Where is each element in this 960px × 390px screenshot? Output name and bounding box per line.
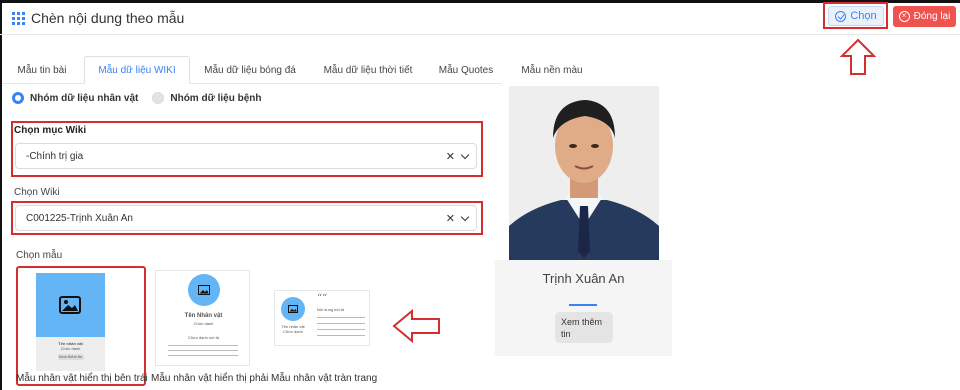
- template-right-name: Tên Nhân vật: [184, 313, 223, 319]
- template-left-more-button: Xem thêm tin: [57, 354, 84, 360]
- preview-card: Trịnh Xuân An Xem thêm tin: [495, 260, 672, 356]
- clear-icon[interactable]: ✕: [446, 150, 455, 163]
- close-button[interactable]: × Đóng lại: [893, 6, 956, 27]
- tab-wiki[interactable]: Mẫu dữ liệu WIKI: [84, 56, 190, 84]
- template-right-description: Chức danh mô tả: [188, 335, 219, 340]
- dialog-title: Chèn nội dung theo mẫu: [31, 10, 185, 26]
- radio-disease-group[interactable]: [152, 92, 165, 104]
- template-right-caption[interactable]: Mẫu nhân vật hiển thị phải: [151, 373, 268, 384]
- template-left-option[interactable]: Tên nhân vật Chức danh Xem thêm tin: [16, 266, 146, 386]
- preview-divider: [569, 304, 597, 306]
- tab-color-background[interactable]: Mẫu nền màu: [506, 56, 598, 84]
- close-button-label: Đóng lại: [913, 11, 951, 22]
- wiki-value: C001225-Trịnh Xuân An: [26, 212, 133, 224]
- template-full-caption[interactable]: Mẫu nhân vật tràn trang: [271, 373, 377, 384]
- template-tabs: Mẫu tin bài Mẫu dữ liệu WIKI Mẫu dữ liệu…: [2, 56, 502, 84]
- wiki-select[interactable]: C001225-Trịnh Xuân An ✕: [15, 205, 477, 231]
- image-icon: [59, 296, 81, 314]
- template-label: Chọn mẫu: [16, 250, 63, 261]
- tab-news[interactable]: Mẫu tin bài: [4, 56, 80, 84]
- person-photo: [509, 86, 659, 260]
- radio-character-group-label: Nhóm dữ liệu nhân vật: [30, 92, 139, 104]
- template-left-caption[interactable]: Mẫu nhân vật hiển thị bên trái: [16, 373, 148, 384]
- tab-weather[interactable]: Mẫu dữ liệu thời tiết: [310, 56, 426, 84]
- data-group-radio-group: Nhóm dữ liệu nhân vật Nhóm dữ liệu bệnh: [12, 90, 262, 106]
- preview-person-name: Trịnh Xuân An: [542, 271, 625, 286]
- template-right-avatar: [188, 274, 220, 306]
- dialog-header: Chèn nội dung theo mẫu: [0, 3, 960, 35]
- preview-more-button[interactable]: Xem thêm tin: [555, 312, 613, 343]
- up-arrow-annotation-icon: [840, 38, 876, 75]
- radio-disease-group-label: Nhóm dữ liệu bệnh: [170, 92, 262, 104]
- select-button-label: Chọn: [850, 10, 877, 22]
- template-right-option[interactable]: Tên Nhân vật Chức danh Chức danh mô tả: [155, 270, 250, 366]
- tab-quotes[interactable]: Mẫu Quotes: [428, 56, 504, 84]
- wiki-category-label: Chọn mục Wiki: [14, 125, 87, 136]
- tab-football[interactable]: Mẫu dữ liệu bóng đá: [194, 56, 306, 84]
- wiki-category-select[interactable]: -Chính trị gia ✕: [15, 143, 477, 169]
- template-full-option[interactable]: Tên nhân vật Chức danh ““ Nội dung mô tả: [274, 290, 370, 346]
- close-circle-icon: ×: [898, 11, 910, 22]
- image-icon: [288, 305, 298, 313]
- wiki-category-value: -Chính trị gia: [26, 150, 84, 162]
- left-arrow-annotation-icon: [392, 309, 440, 343]
- template-right-subtitle: Chức danh: [193, 321, 214, 326]
- select-button[interactable]: Chọn: [828, 6, 884, 26]
- image-icon: [198, 285, 210, 295]
- clear-icon[interactable]: ✕: [446, 212, 455, 225]
- grid-icon: [12, 12, 25, 25]
- template-full-subtitle: Chức danh: [283, 329, 303, 334]
- chevron-down-icon[interactable]: [460, 212, 470, 222]
- template-preview: Trịnh Xuân An Xem thêm tin: [495, 86, 672, 356]
- radio-character-group[interactable]: [12, 92, 24, 104]
- template-left-image: [36, 273, 105, 337]
- template-left-subtitle: Chức danh: [60, 346, 81, 351]
- quote-icon: ““: [317, 293, 328, 304]
- check-circle-icon: [835, 10, 847, 22]
- chevron-down-icon[interactable]: [460, 150, 470, 160]
- template-full-quote-text: Nội dung mô tả: [317, 307, 345, 312]
- wiki-label: Chọn Wiki: [14, 187, 60, 198]
- template-full-avatar: [281, 297, 305, 321]
